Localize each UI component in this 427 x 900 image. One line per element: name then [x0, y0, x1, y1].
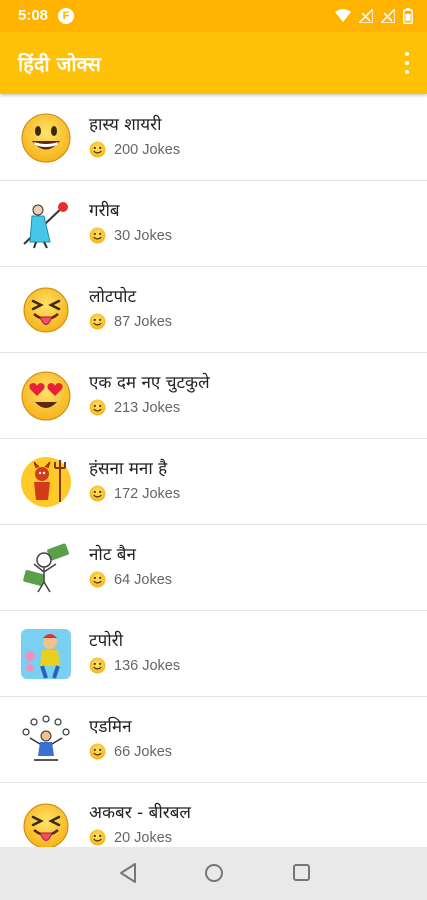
status-icons: [335, 8, 413, 24]
category-title: एडमिन: [89, 717, 132, 737]
home-circle-icon[interactable]: [203, 862, 225, 884]
category-item-lotpot[interactable]: लोटपोट 87 Jokes: [0, 267, 427, 353]
joke-count: 30 Jokes: [114, 227, 173, 244]
app-bar: हिंदी जोक्स: [0, 32, 427, 94]
category-item-tapori[interactable]: टपोरी 136 Jokes: [0, 611, 427, 697]
category-title: एक दम नए चुटकुले: [89, 373, 210, 393]
category-meta: 64 Jokes: [89, 571, 172, 588]
grinning-emoji-icon: [21, 113, 71, 163]
heart-eyes-emoji-icon: [21, 371, 71, 421]
category-item-akbar-birbal[interactable]: अकबर - बीरबल 20 Jokes: [0, 783, 427, 847]
smiley-icon: [89, 313, 106, 330]
joke-count: 64 Jokes: [114, 571, 173, 588]
category-title: टपोरी: [89, 631, 123, 651]
recents-square-icon[interactable]: [291, 862, 311, 884]
smiley-icon: [89, 485, 106, 502]
back-triangle-icon[interactable]: [118, 862, 138, 884]
category-title: लोटपोट: [89, 287, 137, 307]
joke-count: 87 Jokes: [114, 313, 173, 330]
smiley-icon: [89, 829, 106, 846]
joke-count: 136 Jokes: [114, 657, 181, 674]
joke-count: 172 Jokes: [114, 485, 181, 502]
category-meta: 30 Jokes: [89, 227, 172, 244]
juggling-admin-icon: [22, 715, 70, 761]
category-meta: 87 Jokes: [89, 313, 172, 330]
category-title: हास्य शायरी: [89, 115, 162, 135]
signal-icon: [359, 9, 373, 23]
category-item-hasna-mana-hai[interactable]: हंसना मना है 172 Jokes: [0, 439, 427, 525]
status-time: 5:08: [18, 7, 49, 24]
joke-count: 66 Jokes: [114, 743, 173, 760]
category-meta: 213 Jokes: [89, 399, 180, 416]
tapori-man-icon: [21, 629, 71, 679]
tongue-out-emoji-icon: [23, 803, 69, 847]
app-title: हिंदी जोक्स: [18, 52, 101, 76]
smiley-icon: [89, 399, 106, 416]
joke-count: 200 Jokes: [114, 141, 181, 158]
joke-count: 213 Jokes: [114, 399, 181, 416]
devil-with-trident-icon: [21, 457, 71, 507]
smiley-icon: [89, 141, 106, 158]
app-notification-icon: F: [58, 8, 74, 24]
category-list: हास्य शायरी 200 Jokes गरीब 30 Jokes लोटप…: [0, 95, 427, 847]
more-vert-icon[interactable]: [399, 52, 415, 74]
tongue-out-emoji-icon: [23, 287, 69, 333]
category-meta: 66 Jokes: [89, 743, 172, 760]
category-title: हंसना मना है: [89, 459, 168, 479]
category-meta: 20 Jokes: [89, 829, 172, 846]
category-item-ek-dum-naye-chutkule[interactable]: एक दम नए चुटकुले 213 Jokes: [0, 353, 427, 439]
smiley-icon: [89, 571, 106, 588]
money-notes-man-icon: [23, 543, 69, 593]
category-meta: 200 Jokes: [89, 141, 180, 158]
signal-icon: [381, 9, 395, 23]
category-meta: 172 Jokes: [89, 485, 180, 502]
category-title: गरीब: [89, 201, 120, 221]
battery-icon: [403, 8, 413, 24]
poor-man-bundle-icon: [23, 202, 68, 249]
system-nav-bar: [0, 847, 427, 900]
category-item-admin[interactable]: एडमिन 66 Jokes: [0, 697, 427, 783]
smiley-icon: [89, 657, 106, 674]
category-item-gareeb[interactable]: गरीब 30 Jokes: [0, 181, 427, 267]
category-title: अकबर - बीरबल: [89, 803, 191, 823]
category-item-note-ban[interactable]: नोट बैन 64 Jokes: [0, 525, 427, 611]
smiley-icon: [89, 227, 106, 244]
wifi-icon: [335, 9, 351, 22]
category-meta: 136 Jokes: [89, 657, 180, 674]
status-bar: 5:08 F: [0, 0, 427, 32]
category-item-hasya-shayari[interactable]: हास्य शायरी 200 Jokes: [0, 95, 427, 181]
smiley-icon: [89, 743, 106, 760]
category-title: नोट बैन: [89, 545, 136, 565]
joke-count: 20 Jokes: [114, 829, 173, 846]
